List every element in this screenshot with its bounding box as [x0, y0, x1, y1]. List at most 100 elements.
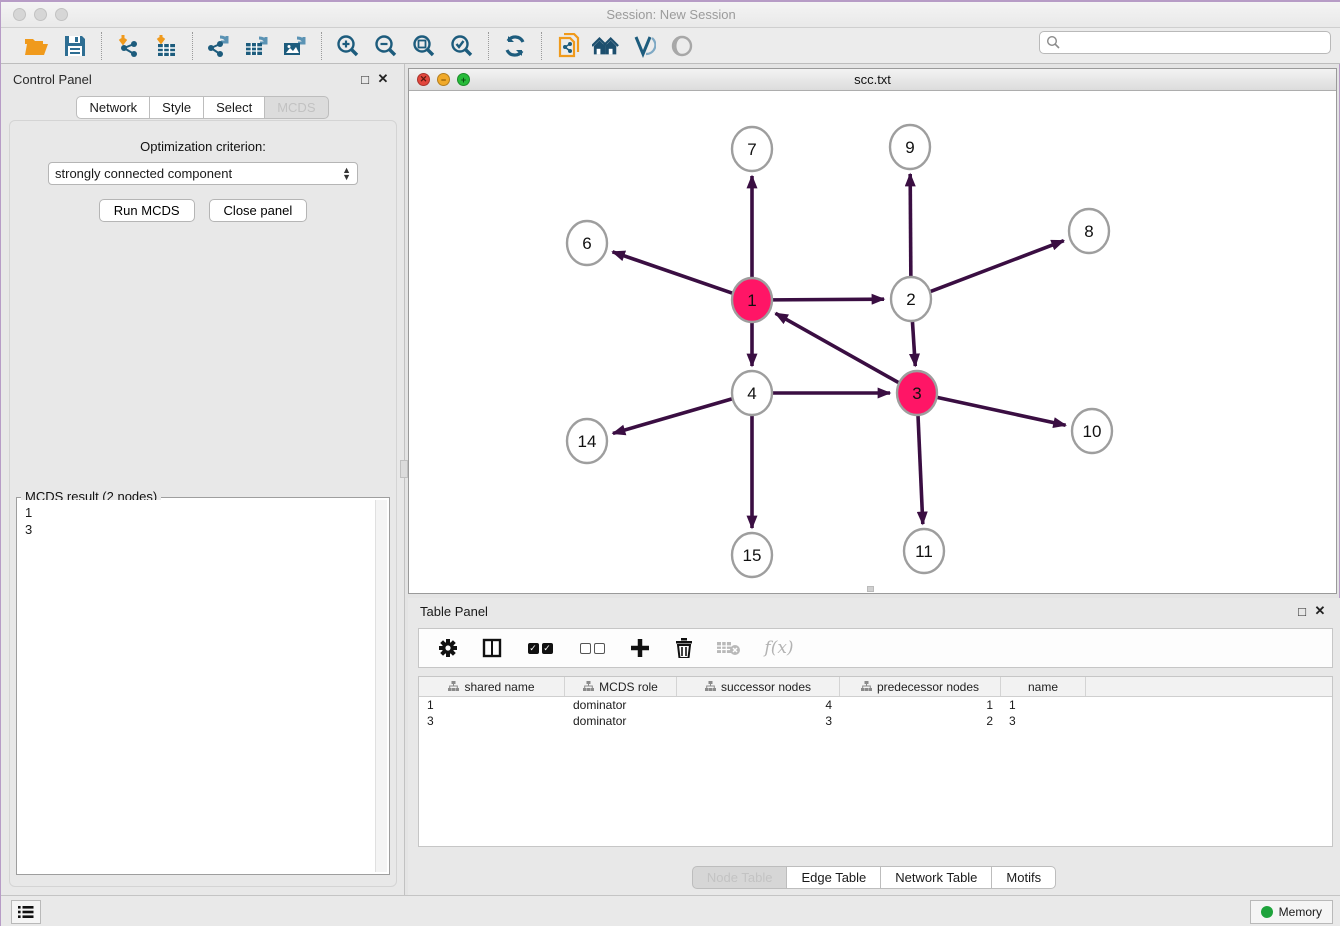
control-panel: Control Panel □ ✕ Network Style Select M…: [1, 64, 405, 895]
column-header-mcds-role[interactable]: MCDS role: [565, 677, 677, 696]
splitter-grip[interactable]: [400, 460, 408, 478]
cell-successor-nodes[interactable]: 3: [677, 713, 840, 729]
close-network-icon[interactable]: ✕: [417, 73, 430, 86]
graph-edge-2-9[interactable]: [910, 174, 911, 279]
graph-node-label-4: 4: [747, 384, 756, 403]
cell-mcds-role[interactable]: dominator: [565, 713, 677, 729]
tab-style[interactable]: Style: [149, 96, 204, 119]
result-scrollbar[interactable]: [375, 500, 387, 872]
control-panel-title: Control Panel: [13, 72, 356, 87]
search-field[interactable]: [1039, 31, 1331, 54]
graph-edge-3-11[interactable]: [918, 413, 923, 524]
tab-network-table[interactable]: Network Table: [880, 866, 992, 889]
graph-node-label-8: 8: [1084, 222, 1093, 241]
deselect-all-icon[interactable]: [575, 635, 609, 661]
network-canvas[interactable]: 1234678910111415: [409, 91, 1336, 593]
save-session-icon[interactable]: [61, 32, 89, 60]
window-titlebar: Session: New Session: [1, 2, 1340, 28]
table-tabs: Node Table Edge Table Network Table Moti…: [408, 866, 1340, 889]
tab-node-table[interactable]: Node Table: [692, 866, 788, 889]
cell-predecessor-nodes[interactable]: 1: [840, 697, 1001, 713]
select-all-icon[interactable]: ✓✓: [523, 635, 557, 661]
tab-select[interactable]: Select: [203, 96, 265, 119]
graph-edge-3-1[interactable]: [776, 313, 900, 383]
column-header-shared-name[interactable]: shared name: [419, 677, 565, 696]
graph-edge-2-8[interactable]: [930, 241, 1064, 292]
criterion-dropdown[interactable]: strongly connected component ▲▼: [48, 162, 358, 185]
graph-edge-4-14[interactable]: [613, 399, 733, 434]
zoom-out-icon[interactable]: [372, 32, 400, 60]
tab-edge-table[interactable]: Edge Table: [786, 866, 881, 889]
tree-icon: [448, 681, 459, 692]
tab-motifs[interactable]: Motifs: [991, 866, 1056, 889]
network-window-titlebar[interactable]: scc.txt ✕ − +: [409, 69, 1336, 91]
mcds-panel: Optimization criterion: strongly connect…: [9, 120, 397, 887]
delete-column-icon[interactable]: [671, 635, 697, 661]
mcds-result-group: MCDS result (2 nodes) 1 3: [16, 497, 390, 875]
gear-icon[interactable]: [435, 635, 461, 661]
cell-predecessor-nodes[interactable]: 2: [840, 713, 1001, 729]
column-header-successor-nodes[interactable]: successor nodes: [677, 677, 840, 696]
graph-edge-1-2[interactable]: [772, 299, 884, 300]
memory-status-icon: [1261, 906, 1273, 918]
cell-name[interactable]: 1: [1001, 697, 1086, 713]
column-icon[interactable]: [479, 635, 505, 661]
memory-button[interactable]: Memory: [1250, 900, 1333, 924]
column-header-name[interactable]: name: [1001, 677, 1086, 696]
table-panel-title: Table Panel: [420, 604, 1293, 619]
close-panel-icon[interactable]: ✕: [374, 71, 392, 87]
hide-selected-icon[interactable]: [630, 32, 658, 60]
float-panel-icon[interactable]: □: [356, 72, 374, 87]
refresh-icon[interactable]: [501, 32, 529, 60]
graph-edge-2-3[interactable]: [912, 319, 915, 366]
import-network-icon[interactable]: [114, 32, 142, 60]
tab-mcds[interactable]: MCDS: [264, 96, 328, 119]
add-column-icon[interactable]: [627, 635, 653, 661]
cell-successor-nodes[interactable]: 4: [677, 697, 840, 713]
zoom-in-icon[interactable]: [334, 32, 362, 60]
float-table-panel-icon[interactable]: □: [1293, 604, 1311, 619]
task-history-button[interactable]: [11, 900, 41, 924]
optimization-criterion-label: Optimization criterion:: [10, 139, 396, 154]
export-network-icon[interactable]: [205, 32, 233, 60]
network-resize-grip[interactable]: [867, 586, 874, 592]
open-file-icon[interactable]: [23, 32, 51, 60]
cell-mcds-role[interactable]: dominator: [565, 697, 677, 713]
function-builder-icon[interactable]: f(x): [759, 635, 799, 661]
table-toolbar: ✓✓ f(x): [418, 628, 1333, 668]
search-input[interactable]: [1061, 34, 1330, 52]
show-all-icon[interactable]: [668, 32, 696, 60]
graph-node-label-3: 3: [912, 384, 921, 403]
zoom-fit-icon[interactable]: [410, 32, 438, 60]
result-line: 3: [25, 521, 381, 538]
cell-shared-name[interactable]: 1: [419, 697, 565, 713]
graph-edge-1-6[interactable]: [613, 252, 734, 294]
close-panel-button[interactable]: Close panel: [209, 199, 308, 222]
new-network-from-selection-icon[interactable]: [554, 32, 582, 60]
cell-shared-name[interactable]: 3: [419, 713, 565, 729]
graph-node-label-1: 1: [747, 291, 756, 310]
maximize-network-icon[interactable]: +: [457, 73, 470, 86]
graph-node-label-11: 11: [915, 542, 933, 561]
export-image-icon[interactable]: [281, 32, 309, 60]
graph-node-label-14: 14: [578, 432, 597, 451]
table-row[interactable]: 3 dominator 3 2 3: [419, 713, 1332, 729]
delete-table-icon[interactable]: [715, 635, 741, 661]
close-table-panel-icon[interactable]: ✕: [1311, 603, 1329, 619]
tree-icon: [583, 681, 594, 692]
zoom-selected-icon[interactable]: [448, 32, 476, 60]
run-mcds-button[interactable]: Run MCDS: [99, 199, 195, 222]
column-header-predecessor-nodes[interactable]: predecessor nodes: [840, 677, 1001, 696]
cell-name[interactable]: 3: [1001, 713, 1086, 729]
first-neighbors-icon[interactable]: [592, 32, 620, 60]
graph-edge-3-10[interactable]: [937, 397, 1066, 425]
tab-network[interactable]: Network: [76, 96, 150, 119]
table-row[interactable]: 1 dominator 4 1 1: [419, 697, 1332, 713]
network-graph[interactable]: 1234678910111415: [409, 91, 1336, 593]
import-table-icon[interactable]: [152, 32, 180, 60]
export-table-icon[interactable]: [243, 32, 271, 60]
graph-node-label-7: 7: [747, 140, 756, 159]
mcds-result-text[interactable]: 1 3: [19, 500, 387, 872]
minimize-network-icon[interactable]: −: [437, 73, 450, 86]
graph-node-label-2: 2: [906, 290, 915, 309]
